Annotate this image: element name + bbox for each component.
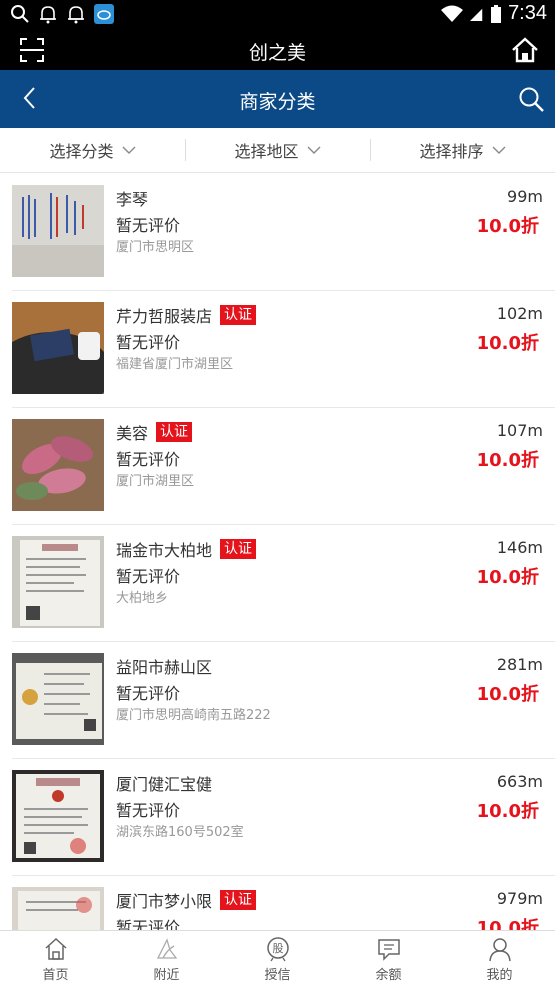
merchant-item[interactable]: 李琴 暂无评价 厦门市思明区 99m 10.0折	[12, 174, 555, 291]
merchant-rating: 暂无评价	[116, 567, 181, 586]
merchant-thumbnail	[12, 770, 104, 862]
bell-icon	[40, 6, 56, 24]
filter-category[interactable]: 选择分类	[0, 128, 185, 172]
filter-label: 选择分类	[49, 142, 114, 161]
merchant-discount: 10.0折	[476, 333, 539, 354]
page-title: 商家分类	[239, 91, 316, 113]
merchant-item[interactable]: 瑞金市大柏地 认证 暂无评价 大柏地乡 146m 10.0折	[12, 525, 555, 642]
merchant-rating: 暂无评价	[116, 918, 181, 930]
filter-region[interactable]: 选择地区	[185, 128, 370, 172]
merchant-item[interactable]: 厦门市梦小限 认证 暂无评价 979m 10.0折	[12, 876, 555, 930]
home-icon[interactable]	[511, 36, 539, 64]
merchant-distance: 99m	[507, 187, 543, 206]
merchant-thumbnail	[12, 653, 104, 745]
merchant-thumbnail	[12, 185, 104, 277]
navigation-bar: 商家分类	[0, 70, 555, 128]
tab-credit[interactable]: 股 授信	[222, 931, 333, 988]
svg-text:股: 股	[272, 942, 283, 955]
clock: 7:34	[508, 2, 547, 24]
merchant-rating: 暂无评价	[116, 333, 181, 352]
profile-icon	[488, 938, 511, 962]
certified-badge: 认证	[156, 422, 193, 442]
merchant-address: 厦门市思明区	[116, 240, 195, 255]
merchant-distance: 102m	[496, 304, 543, 323]
tab-label: 授信	[264, 968, 291, 983]
merchant-distance: 979m	[496, 889, 543, 908]
merchant-item[interactable]: 美容 认证 暂无评价 厦门市湖里区 107m 10.0折	[12, 408, 555, 525]
certified-badge: 认证	[220, 539, 257, 559]
merchant-distance: 107m	[496, 421, 543, 440]
merchant-discount: 10.0折	[476, 684, 539, 705]
home-icon	[44, 937, 67, 960]
bottom-tab-bar: 首页 附近 股 授信 余额 我的	[0, 930, 555, 988]
merchant-address: 厦门市思明高崎南五路222	[116, 708, 271, 723]
tab-home[interactable]: 首页	[0, 931, 111, 988]
app-bar: 创之美	[0, 30, 555, 70]
merchant-distance: 146m	[496, 538, 543, 557]
merchant-thumbnail	[12, 302, 104, 394]
merchant-rating: 暂无评价	[116, 684, 181, 703]
filter-label: 选择地区	[234, 142, 299, 161]
nearby-icon	[156, 938, 177, 959]
signal-icon	[470, 8, 483, 21]
tab-label: 余额	[375, 968, 402, 983]
tab-balance[interactable]: 余额	[333, 931, 444, 988]
search-icon[interactable]	[517, 85, 545, 113]
battery-icon	[491, 4, 502, 23]
merchant-list: 李琴 暂无评价 厦门市思明区 99m 10.0折 芹力哲服装店 认证 暂无评价 …	[0, 174, 555, 930]
merchant-name: 芹力哲服装店	[116, 307, 213, 326]
tab-nearby[interactable]: 附近	[111, 931, 222, 988]
merchant-address: 湖滨东路160号502室	[116, 825, 244, 840]
balance-icon	[377, 939, 400, 961]
merchant-rating: 暂无评价	[116, 450, 181, 469]
merchant-address: 大柏地乡	[116, 591, 169, 606]
merchant-discount: 10.0折	[476, 801, 539, 822]
tab-label: 首页	[42, 968, 69, 983]
wifi-icon	[441, 5, 464, 22]
merchant-item[interactable]: 益阳市赫山区 暂无评价 厦门市思明高崎南五路222 281m 10.0折	[12, 642, 555, 759]
chevron-down-icon	[307, 146, 320, 154]
credit-icon: 股	[266, 937, 289, 962]
chevron-down-icon	[492, 146, 505, 154]
tab-profile[interactable]: 我的	[444, 931, 555, 988]
bell-icon	[68, 6, 84, 24]
merchant-thumbnail	[12, 419, 104, 511]
merchant-distance: 281m	[496, 655, 543, 674]
filter-label: 选择排序	[419, 142, 484, 161]
merchant-discount: 10.0折	[476, 216, 539, 237]
merchant-discount: 10.0折	[476, 567, 539, 588]
merchant-item[interactable]: 芹力哲服装店 认证 暂无评价 福建省厦门市湖里区 102m 10.0折	[12, 291, 555, 408]
merchant-name: 美容	[116, 424, 149, 443]
merchant-rating: 暂无评价	[116, 216, 181, 235]
chevron-down-icon	[122, 146, 135, 154]
filter-bar: 选择分类 选择地区 选择排序	[0, 128, 555, 173]
status-bar: 7:34	[0, 0, 555, 30]
merchant-discount: 10.0折	[476, 450, 539, 471]
merchant-name: 益阳市赫山区	[116, 658, 213, 677]
certified-badge: 认证	[220, 890, 257, 910]
merchant-item[interactable]: 厦门健汇宝健 暂无评价 湖滨东路160号502室 663m 10.0折	[12, 759, 555, 876]
merchant-name: 李琴	[116, 190, 149, 209]
merchant-thumbnail	[12, 536, 104, 628]
merchant-name: 瑞金市大柏地	[116, 541, 213, 560]
merchant-thumbnail	[12, 887, 104, 930]
search-icon	[11, 5, 29, 23]
merchant-name: 厦门健汇宝健	[116, 775, 213, 794]
merchant-name: 厦门市梦小限	[116, 892, 213, 911]
app-notification-icon	[94, 4, 114, 24]
certified-badge: 认证	[220, 305, 257, 325]
merchant-distance: 663m	[496, 772, 543, 791]
filter-sort[interactable]: 选择排序	[370, 128, 555, 172]
merchant-discount: 10.0折	[476, 918, 539, 930]
tab-label: 附近	[153, 968, 180, 983]
merchant-address: 厦门市湖里区	[116, 474, 195, 489]
merchant-address: 福建省厦门市湖里区	[116, 357, 234, 372]
tab-label: 我的	[486, 968, 513, 983]
app-title: 创之美	[248, 42, 306, 64]
merchant-rating: 暂无评价	[116, 801, 181, 820]
